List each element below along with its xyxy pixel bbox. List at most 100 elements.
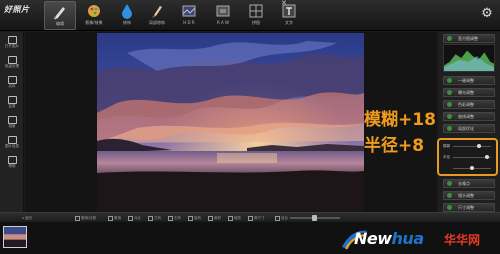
top-toolbar: 好照片 编辑 影像/效果 修饰 局部修饰 H D R R A W 拼图 文字 ✕… (0, 0, 500, 31)
sidebar-info[interactable]: 图片信息 (3, 136, 21, 153)
crop-button[interactable]: 裁剪 (208, 215, 221, 222)
exposure-adjust-button[interactable]: 曝光调整 (443, 88, 495, 97)
lens-adjust-label: 镜头调整 (458, 193, 474, 198)
tool-text-label: 文字 (285, 20, 293, 25)
tool-hdr[interactable]: H D R (173, 1, 205, 30)
original-size-button[interactable]: 原尺寸 (248, 215, 265, 222)
undo-icon (108, 215, 113, 221)
app-window: 好照片 编辑 影像/效果 修饰 局部修饰 H D R R A W 拼图 文字 ✕… (0, 0, 500, 254)
zoom-button[interactable]: 缩放 (228, 215, 241, 222)
sidebar-batch[interactable]: 批量处理 (3, 56, 21, 73)
denoise-button[interactable]: 去噪点 (443, 179, 495, 188)
undo-redo-icon (75, 215, 80, 221)
batch-icon (7, 56, 17, 64)
rotate-icon (188, 215, 193, 221)
histogram-adjust-button[interactable]: 直方图调整 (443, 34, 495, 43)
sidebar-open-label: 打开图片 (5, 44, 19, 48)
slider-knob[interactable] (470, 166, 474, 170)
original-size-icon (248, 215, 253, 221)
sidebar-album[interactable]: 相册 (3, 116, 21, 133)
tool-effects-label: 影像/效果 (85, 20, 103, 25)
back-button[interactable]: ◂ 返回 (22, 215, 32, 222)
sidebar-open[interactable]: 打开图片 (3, 36, 21, 53)
curve-adjust-label: 曲线调整 (458, 114, 474, 119)
close-icon[interactable]: ✕ (281, 0, 289, 7)
local-optimize-button[interactable]: 局部优化 (443, 124, 495, 133)
rotate-button[interactable]: 旋转 (188, 215, 201, 222)
watermark-part1: New (354, 229, 392, 248)
palette-icon (88, 5, 100, 17)
blur-slider[interactable]: 模糊 (443, 143, 493, 149)
undo-redo-button[interactable]: 撤销/还原 (75, 215, 96, 222)
sidebar-help[interactable]: 帮助 (3, 156, 21, 173)
sunset-photo (97, 33, 364, 211)
rotate-label: 旋转 (194, 216, 201, 220)
left-sidebar: 打开图片 批量处理 另存 复原 相册 图片信息 帮助 (0, 32, 24, 212)
tool-retouch-label: 修饰 (123, 20, 131, 25)
tool-raw[interactable]: R A W (207, 1, 239, 30)
rotate-left-label: 左转 (154, 216, 161, 220)
sidebar-batch-label: 批量处理 (5, 64, 19, 68)
collage-icon (249, 4, 263, 18)
slider-knob[interactable] (485, 155, 490, 159)
slider-knob[interactable] (477, 144, 482, 148)
radius-slider[interactable]: 半径 (443, 154, 493, 160)
fit-icon (275, 215, 280, 221)
status-dot-icon (447, 78, 452, 83)
undo-redo-label: 撤销/还原 (81, 216, 97, 220)
annotation-blur: 模糊+18 (364, 110, 436, 130)
zoom-icon (228, 215, 233, 221)
one-click-adjust-button[interactable]: 一键调整 (443, 76, 495, 85)
app-logo: 好照片 (4, 5, 30, 14)
tool-effects[interactable]: 影像/效果 (78, 1, 110, 30)
tool-local[interactable]: 局部修饰 (141, 1, 173, 30)
bottom-toolbar: ◂ 返回 撤销/还原 撤销 对比 左转 右转 旋转 裁剪 缩放 原尺寸 适合 (0, 212, 500, 222)
tool-collage-label: 拼图 (252, 20, 260, 25)
watermark: Newhua 华华网 (340, 225, 498, 253)
rotate-left-button[interactable]: 左转 (148, 215, 161, 222)
pencil-icon (53, 7, 65, 20)
zoom-slider-knob[interactable] (312, 215, 317, 221)
third-slider[interactable] (443, 165, 493, 171)
sidebar-save-as[interactable]: 另存 (3, 76, 21, 93)
size-adjust-label: 尺寸调整 (458, 205, 474, 210)
tool-edit[interactable]: 编辑 (44, 1, 76, 30)
settings-gear-icon[interactable]: ⚙ (480, 7, 494, 21)
curve-adjust-button[interactable]: 曲线调整 (443, 112, 495, 121)
size-adjust-button[interactable]: 尺寸调整 (443, 203, 495, 212)
fit-button[interactable]: 适合 (275, 215, 288, 222)
color-adjust-label: 色彩调整 (458, 102, 474, 107)
back-label: 返回 (24, 216, 32, 220)
sidebar-help-label: 帮助 (8, 164, 16, 168)
lens-adjust-button[interactable]: 镜头调整 (443, 191, 495, 200)
rotate-right-icon (168, 215, 173, 221)
denoise-label: 去噪点 (458, 181, 470, 186)
tool-text[interactable]: 文字 (273, 1, 305, 30)
undo-button[interactable]: 撤销 (108, 215, 121, 222)
status-dot-icon (447, 90, 452, 95)
sidebar-restore[interactable]: 复原 (3, 96, 21, 113)
help-icon (7, 156, 17, 164)
status-dot-icon (447, 193, 452, 198)
tool-collage[interactable]: 拼图 (240, 1, 272, 30)
restore-icon (7, 96, 17, 104)
compare-button[interactable]: 对比 (128, 215, 141, 222)
color-adjust-button[interactable]: 色彩调整 (443, 100, 495, 109)
exposure-adjust-label: 曝光调整 (458, 90, 474, 95)
tool-retouch[interactable]: 修饰 (111, 1, 143, 30)
brush-icon (152, 6, 162, 18)
raw-icon (216, 5, 230, 17)
sidebar-save-as-label: 另存 (8, 84, 16, 88)
histogram (443, 44, 495, 72)
photo-thumbnail[interactable] (3, 226, 27, 248)
undo-label: 撤销 (114, 216, 121, 220)
tool-raw-label: R A W (216, 20, 229, 25)
folder-icon (7, 36, 17, 44)
status-dot-icon (447, 205, 452, 210)
fit-label: 适合 (281, 216, 288, 220)
radius-slider-label: 半径 (443, 155, 450, 159)
tool-hdr-label: H D R (183, 20, 195, 25)
status-dot-icon (447, 36, 452, 41)
rotate-right-button[interactable]: 右转 (168, 215, 181, 222)
tool-local-label: 局部修饰 (149, 20, 165, 25)
